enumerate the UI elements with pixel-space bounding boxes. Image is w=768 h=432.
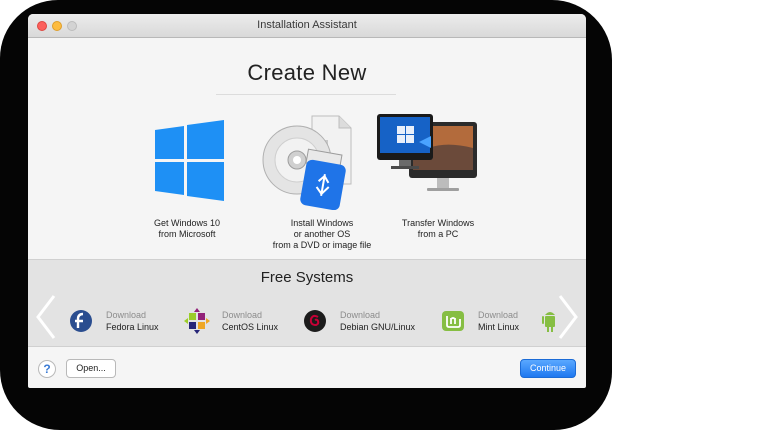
heading-divider xyxy=(216,94,396,95)
create-new-heading: Create New xyxy=(247,60,367,85)
pc-to-mac-transfer-icon xyxy=(377,114,477,191)
help-button[interactable]: ? xyxy=(38,360,56,378)
windows-logo-icon xyxy=(155,120,224,201)
free-systems-heading: Free Systems xyxy=(260,269,354,286)
debian-icon xyxy=(304,310,326,332)
fedora-icon xyxy=(70,310,92,332)
get-windows-10-label: Get Windows 10 from Microsoft xyxy=(153,218,221,239)
footer-bar: ? Open... Continue xyxy=(28,346,586,388)
free-systems-panel: Free Systems Download Fedora Linux Downl… xyxy=(28,259,586,347)
open-button[interactable]: Open... xyxy=(66,359,116,378)
installation-assistant-window: Installation Assistant Create New Get Wi… xyxy=(28,14,586,388)
mint-icon xyxy=(442,311,464,331)
transfer-windows-label: Transfer Windows from a PC xyxy=(401,218,475,239)
centos-icon xyxy=(184,308,210,334)
continue-button[interactable]: Continue xyxy=(520,359,576,378)
window-title: Installation Assistant xyxy=(257,19,357,31)
title-bar: Installation Assistant xyxy=(28,14,586,38)
dvd-usb-image-icon xyxy=(262,115,352,210)
chevron-right-icon[interactable] xyxy=(556,294,580,340)
android-icon[interactable] xyxy=(542,308,556,334)
chevron-left-icon[interactable] xyxy=(34,294,58,340)
